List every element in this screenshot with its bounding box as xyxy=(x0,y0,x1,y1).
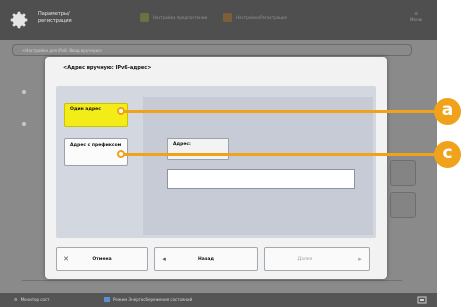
address-panel xyxy=(143,97,373,235)
monitor-icon: ⚙ xyxy=(14,297,18,302)
energy-icon xyxy=(104,297,110,302)
breadcrumb: <Настройки для IPv6: Ввод вручную> xyxy=(22,48,103,53)
status-bar: ⚙ Монитор сост. Режим Энергосбережения с… xyxy=(0,293,437,307)
app-title: Параметры/регистрация xyxy=(38,11,72,24)
dialog-title: <Адрес вручную: IPv6-адрес> xyxy=(63,65,152,71)
ipv6-address-dialog: <Адрес вручную: IPv6-адрес> Один адрес А… xyxy=(45,57,387,279)
address-tab-label: Адрес: xyxy=(173,142,191,147)
dialog-content: Один адрес Адрес с префиксом Адрес: xyxy=(56,86,376,238)
scroll-up-button[interactable] xyxy=(390,160,416,186)
callout-a-badge: a xyxy=(434,98,461,125)
close-icon: ✕ xyxy=(63,255,69,263)
callout-c-dot xyxy=(117,150,125,158)
menu-button[interactable]: ☰ Меню xyxy=(403,11,429,23)
menu-label: Меню xyxy=(410,17,422,22)
device-status-icon[interactable] xyxy=(417,295,427,305)
status-monitor-label: Монитор сост. xyxy=(20,297,51,302)
dialog-footer: ✕ Отмена ◂ Назад Далее ▸ xyxy=(56,247,376,271)
settings-icon xyxy=(223,13,233,22)
shortcut-settings[interactable]: Настройки/Регистрация xyxy=(223,13,287,22)
status-monitor-button[interactable]: ⚙ Монитор сост. xyxy=(14,297,51,302)
callout-a-line xyxy=(122,110,444,113)
callout-a-dot xyxy=(117,107,125,115)
energy-saver-status[interactable]: Режим Энергосбережения состояний xyxy=(104,297,192,302)
cancel-button[interactable]: ✕ Отмена xyxy=(56,247,148,271)
shortcut-settings-label: Настройки/Регистрация xyxy=(236,15,287,20)
bullet xyxy=(22,122,26,126)
next-button[interactable]: Далее ▸ xyxy=(264,247,370,271)
back-label: Назад xyxy=(197,256,215,262)
top-bar: Параметры/регистрация Настройка предпочт… xyxy=(0,0,437,40)
callout-c-line xyxy=(122,153,444,156)
shortcut-preferences-label: Настройка предпочтений xyxy=(153,15,208,20)
shortcut-preferences[interactable]: Настройка предпочтений xyxy=(140,13,207,22)
gear-icon[interactable] xyxy=(8,9,30,31)
callout-c-badge: c xyxy=(434,141,461,168)
arrow-right-icon: ▸ xyxy=(358,255,362,263)
address-input[interactable] xyxy=(167,169,355,189)
preferences-icon xyxy=(140,13,149,22)
address-tab[interactable]: Адрес: xyxy=(167,138,229,160)
next-label: Далее xyxy=(297,256,313,262)
cancel-label: Отмена xyxy=(92,256,112,262)
bullet xyxy=(22,90,26,94)
arrow-left-icon: ◂ xyxy=(162,255,166,263)
scroll-down-button[interactable] xyxy=(390,192,416,218)
back-button[interactable]: ◂ Назад xyxy=(154,247,258,271)
energy-saver-label: Режим Энергосбережения состояний xyxy=(113,297,193,302)
top-shortcuts: Настройка предпочтений Настройки/Регистр… xyxy=(140,13,287,22)
